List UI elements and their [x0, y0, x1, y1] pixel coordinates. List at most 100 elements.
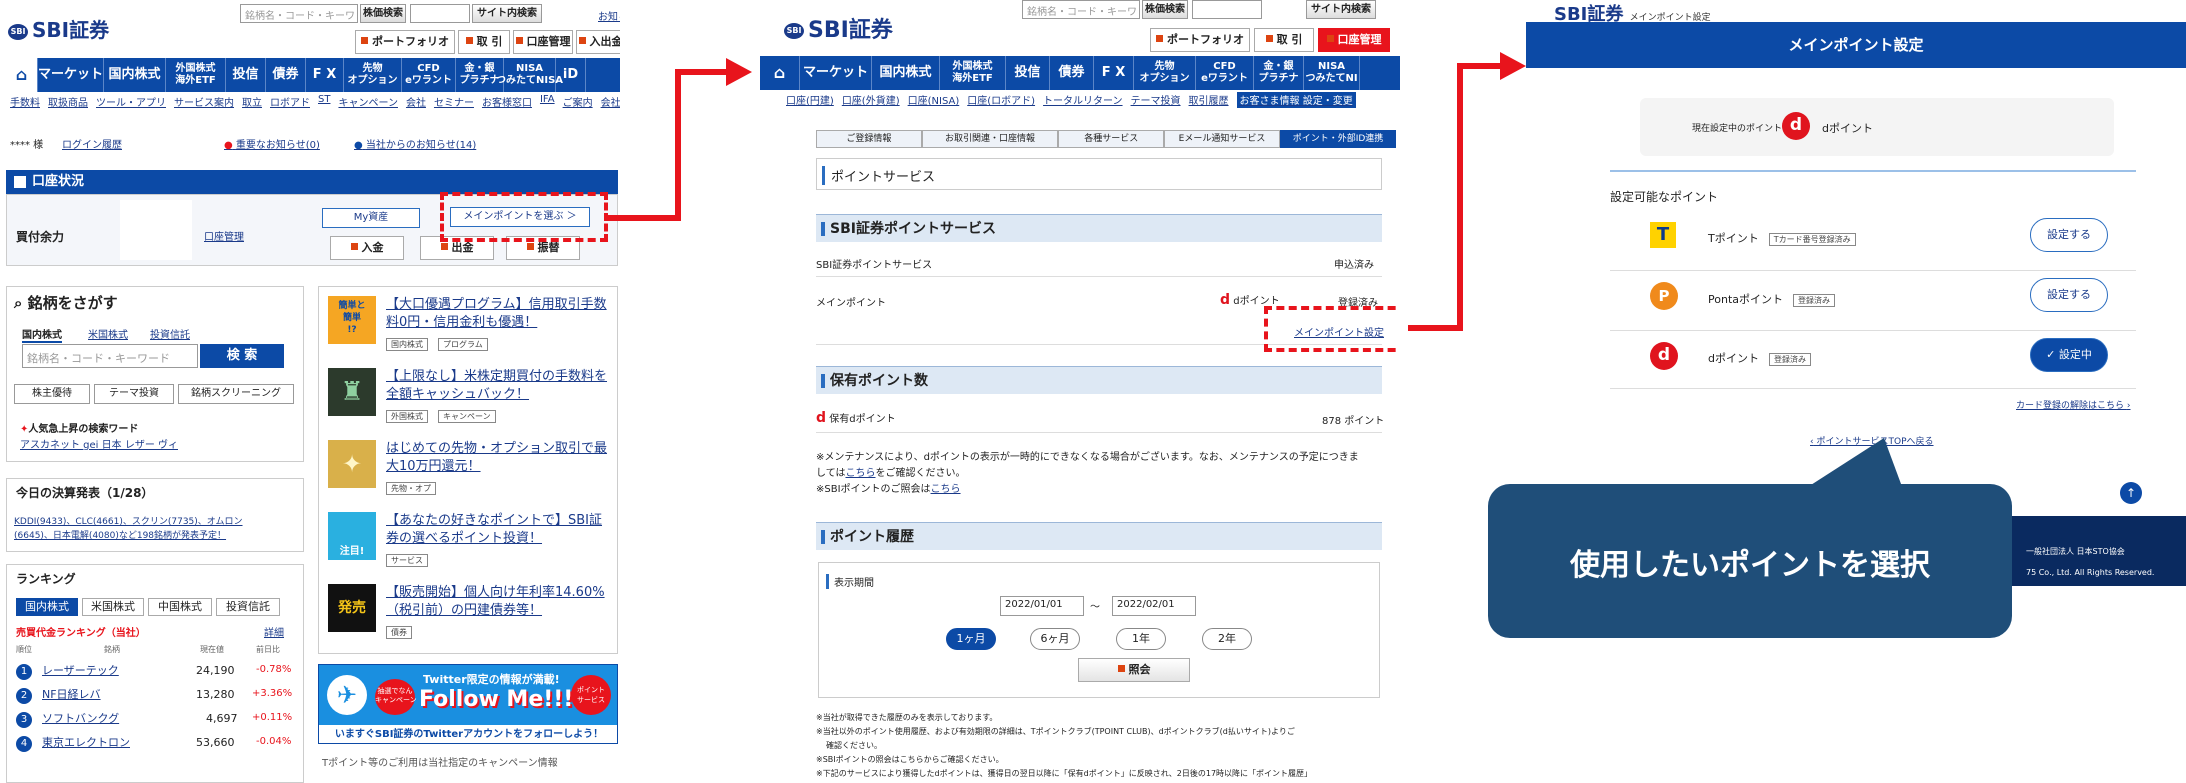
tab-trade-account[interactable]: お取引関連・口座情報: [921, 130, 1059, 148]
ranking-tab-funds[interactable]: 投資信託: [216, 598, 280, 616]
stock-search-button[interactable]: 株価検索: [360, 4, 406, 23]
nav-futures[interactable]: 先物 オプション: [1134, 56, 1196, 90]
top-link[interactable]: お知ら: [598, 8, 620, 23]
subnav-seminar[interactable]: セミナー: [434, 94, 474, 110]
date-to-input[interactable]: 2022/02/01: [1112, 596, 1196, 616]
nav-cfd[interactable]: CFD eワラント: [402, 58, 456, 92]
range-1y[interactable]: 1年: [1116, 628, 1166, 650]
site-search-button[interactable]: サイト内検索: [1306, 0, 1376, 19]
d-point-selected-button[interactable]: ✓ 設定中: [2030, 338, 2108, 372]
stock-tab-funds[interactable]: 投資信託: [150, 326, 190, 341]
news-title-1[interactable]: 【大口優遇プログラム】信用取引手数料0円・信用金利も優遇！: [386, 296, 608, 332]
stock-keyword-input[interactable]: 銘柄名・コード・キーワード: [22, 344, 198, 368]
range-1m[interactable]: 1ヶ月: [946, 628, 996, 650]
trade-button[interactable]: 取 引: [1254, 28, 1314, 52]
my-assets-button[interactable]: My資産: [322, 208, 420, 228]
subnav-robo[interactable]: ロボアド: [270, 94, 310, 110]
subnav-account-jpy[interactable]: 口座(円建): [786, 92, 834, 108]
nav-market[interactable]: マーケット: [800, 56, 872, 90]
range-6m[interactable]: 6ヶ月: [1030, 628, 1080, 650]
subnav-products[interactable]: 取扱商品: [48, 94, 88, 110]
news-title-3[interactable]: はじめての先物・オプション取引で最大10万円還元！: [386, 440, 608, 476]
subnav-account-nisa[interactable]: 口座(NISA): [908, 92, 960, 108]
nav-ideco[interactable]: iD: [556, 58, 586, 92]
ranking-tab-us[interactable]: 米国株式: [82, 598, 144, 616]
earnings-text-1[interactable]: KDDI(9433)、CLC(4661)、スクリン(7735)、オムロン: [14, 514, 243, 527]
subnav-tools[interactable]: ツール・アプリ: [96, 94, 166, 110]
site-search-button[interactable]: サイト内検索: [472, 4, 542, 23]
link-screening[interactable]: 銘柄スクリーニング: [178, 384, 294, 404]
twitter-banner[interactable]: ✈ 抽選でなん キャンペーン Twitter限定の情報が満載! Follow M…: [318, 664, 618, 744]
stock-search-submit[interactable]: 検 索: [200, 344, 284, 368]
sbi-logo[interactable]: SBI SBI証券: [784, 12, 893, 44]
portfolio-button[interactable]: ポートフォリオ: [1150, 28, 1250, 52]
nav-fx[interactable]: F X: [306, 58, 344, 92]
nav-gold[interactable]: 金・銀 プラチナ: [1254, 56, 1304, 90]
nav-market[interactable]: マーケット: [38, 58, 104, 92]
date-from-input[interactable]: 2022/01/01: [1000, 596, 1084, 616]
subnav-total-return[interactable]: トータルリターン: [1043, 92, 1123, 108]
site-search-input[interactable]: [410, 4, 470, 23]
ranking-more-link[interactable]: 詳細: [264, 624, 284, 639]
subnav-ifa[interactable]: IFA: [540, 94, 555, 110]
link-theme-invest[interactable]: テーマ投資: [94, 384, 174, 404]
ranking-tab-domestic[interactable]: 国内株式: [16, 598, 78, 616]
popular-words[interactable]: アスカネット gei 日本 レザー ヴィ: [20, 436, 178, 451]
subnav-guide[interactable]: ご案内: [563, 94, 593, 110]
account-mgmt-link[interactable]: 口座管理: [204, 228, 244, 243]
home-icon[interactable]: ⌂: [760, 56, 800, 90]
card-unregister-link[interactable]: カード登録の解除はこちら ›: [2016, 398, 2131, 411]
ranking-row[interactable]: 1 レーザーテック: [16, 662, 119, 680]
subnav-fees[interactable]: 手数料: [10, 94, 40, 110]
account-mgmt-button[interactable]: 口座管理: [513, 30, 573, 54]
note-link[interactable]: こちら: [846, 468, 876, 479]
subnav-st[interactable]: ST: [318, 94, 330, 110]
scroll-top-icon[interactable]: ↑: [2120, 482, 2142, 504]
search-input[interactable]: 銘柄名・コード・キーワ: [240, 4, 358, 23]
nav-funds[interactable]: 投信: [226, 58, 266, 92]
deposit-button[interactable]: 入金: [330, 236, 404, 260]
ranking-row[interactable]: 2 NF日経レバ: [16, 686, 101, 704]
tab-registered-info[interactable]: ご登録情報: [816, 130, 922, 148]
sbi-logo[interactable]: SBI SBI証券: [8, 14, 109, 43]
ranking-row[interactable]: 4 東京エレクトロン: [16, 734, 130, 752]
tab-email[interactable]: Eメール通知サービス: [1164, 130, 1281, 148]
nav-nisa[interactable]: NISA つみたてNI: [1304, 56, 1360, 90]
note-link[interactable]: こちら: [931, 484, 961, 495]
stock-tab-domestic[interactable]: 国内株式: [22, 326, 62, 343]
subnav-settle[interactable]: 取立: [242, 94, 262, 110]
stock-tab-us[interactable]: 米国株式: [88, 326, 128, 341]
tab-points[interactable]: ポイント・外部ID連携: [1280, 130, 1397, 148]
news-title-2[interactable]: 【上限なし】米株定期買付の手数料を全額キャッシュバック！: [386, 368, 608, 404]
account-mgmt-button[interactable]: 口座管理: [1318, 28, 1390, 52]
nav-futures[interactable]: 先物 オプション: [344, 58, 402, 92]
portfolio-button[interactable]: ポートフォリオ: [355, 30, 455, 54]
nav-domestic-stock[interactable]: 国内株式: [104, 58, 166, 92]
search-input[interactable]: 銘柄名・コード・キーワ: [1022, 0, 1140, 19]
news-title-4[interactable]: 【あなたの好きなポイントで】SBI証券の選べるポイント投資！: [386, 512, 608, 548]
important-notice-link[interactable]: ● 重要なお知らせ(0): [224, 136, 320, 151]
tab-services[interactable]: 各種サービス: [1058, 130, 1165, 148]
stock-search-button[interactable]: 株価検索: [1142, 0, 1188, 19]
subnav-customer-info[interactable]: お客さま情報 設定・変更: [1236, 92, 1356, 108]
ranking-row[interactable]: 3 ソフトバンクグ: [16, 710, 119, 728]
nav-domestic-stock[interactable]: 国内株式: [872, 56, 940, 90]
login-history-link[interactable]: ログイン履歴: [62, 136, 122, 151]
nav-foreign-stock[interactable]: 外国株式 海外ETF: [940, 56, 1006, 90]
nav-bonds[interactable]: 債券: [266, 58, 306, 92]
subnav-account-robo[interactable]: 口座(ロボアド): [967, 92, 1035, 108]
subnav-account-fx[interactable]: 口座(外貨建): [842, 92, 900, 108]
ranking-tab-china[interactable]: 中国株式: [148, 598, 212, 616]
trade-button[interactable]: 取 引: [458, 30, 510, 54]
range-2y[interactable]: 2年: [1202, 628, 1252, 650]
notice-link[interactable]: ● 当社からのお知らせ(14): [354, 136, 476, 151]
subnav-history[interactable]: 取引履歴: [1189, 92, 1229, 108]
link-shareholder-benefits[interactable]: 株主優待: [14, 384, 90, 404]
subnav-company[interactable]: 会社: [406, 94, 426, 110]
nav-bonds[interactable]: 債券: [1050, 56, 1094, 90]
nav-fx[interactable]: F X: [1094, 56, 1134, 90]
subnav-campaign[interactable]: キャンペーン: [338, 94, 398, 110]
home-icon[interactable]: ⌂: [6, 58, 38, 92]
query-button[interactable]: 照会: [1078, 658, 1190, 682]
set-ponta-point-button[interactable]: 設定する: [2030, 278, 2108, 312]
